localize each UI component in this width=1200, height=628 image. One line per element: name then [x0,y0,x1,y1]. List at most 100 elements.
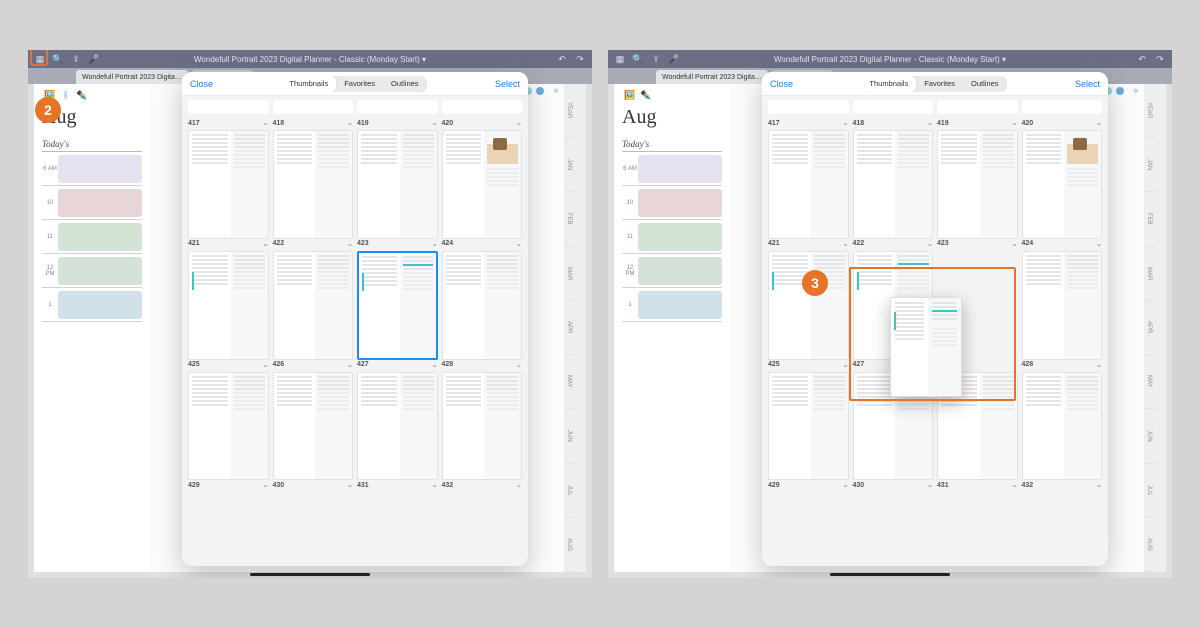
seg-thumbnails[interactable]: Thumbnails [861,76,916,92]
undo-icon[interactable]: ↶ [1136,53,1148,65]
thumbnails-icon[interactable]: ▦ [614,53,626,65]
page-thumb[interactable]: 421⌄ [768,130,849,251]
chevron-down-icon[interactable]: ⌄ [1012,119,1018,127]
select-button[interactable]: Select [1075,79,1100,89]
seg-thumbnails[interactable]: Thumbnails [281,76,336,92]
chevron-down-icon[interactable]: ⌄ [927,119,933,127]
page-thumb[interactable]: 432⌄ [1022,372,1103,493]
page-thumb[interactable]: 425⌄ [188,251,269,372]
chevron-down-icon[interactable]: ⌄ [263,361,269,369]
page-thumb[interactable]: 426⌄ [273,251,354,372]
chevron-down-icon[interactable]: ⌄ [516,481,522,489]
side-tab[interactable]: APR [564,301,574,355]
sun-icon[interactable]: ☀ [1132,86,1140,97]
search-icon[interactable]: 🔍 [632,53,644,65]
chevron-down-icon[interactable]: ⌄ [1012,240,1018,248]
page-thumb[interactable]: 428⌄ [1022,251,1103,372]
page-thumb[interactable]: 422⌄ [273,130,354,251]
chevron-down-icon[interactable]: ⌄ [1096,119,1102,127]
page-thumb[interactable]: 432⌄ [442,372,523,493]
mic-icon[interactable]: 🎤 [668,53,680,65]
color-dot[interactable] [536,87,544,95]
page-thumb[interactable]: 423⌄ [357,130,438,251]
chevron-down-icon[interactable]: ⌄ [347,481,353,489]
search-icon[interactable]: 🔍 [52,53,64,65]
side-tab[interactable]: MAY [1144,355,1154,409]
side-tab[interactable]: APR [1144,301,1154,355]
chevron-down-icon[interactable]: ⌄ [927,240,933,248]
page-thumb[interactable]: 424⌄ [1022,130,1103,251]
page-thumb[interactable]: 421⌄ [188,130,269,251]
side-tab[interactable]: JAN [564,138,574,192]
page-thumb[interactable]: 424⌄ [442,130,523,251]
side-tab[interactable]: MAR [564,247,574,301]
side-tab[interactable]: MAR [1144,247,1154,301]
sun-icon[interactable]: ☀ [552,86,560,97]
tab-current[interactable]: Wondefull Portrait 2023 Digita… [76,70,188,84]
page-thumb[interactable]: 429⌄ [188,372,269,493]
side-tab[interactable]: JUN [1144,409,1154,463]
chevron-down-icon[interactable]: ⌄ [263,240,269,248]
page-thumb[interactable]: 423⌄ [937,130,1018,251]
thumbnails-icon[interactable]: ▦ [34,53,46,65]
side-tab[interactable]: FEB [564,192,574,246]
chevron-down-icon[interactable]: ⌄ [432,240,438,248]
chevron-down-icon[interactable]: ⌄ [432,361,438,369]
home-indicator[interactable] [250,573,370,576]
chevron-down-icon[interactable]: ⌄ [843,481,849,489]
insert-image-icon[interactable]: 🖼️ [624,89,636,101]
side-tab[interactable]: AUG [1144,518,1154,572]
side-tab[interactable]: YEAR [564,84,574,138]
chevron-down-icon[interactable]: ⌄ [516,240,522,248]
chevron-down-icon[interactable]: ⌄ [843,119,849,127]
view-segmented-control[interactable]: Thumbnails Favorites Outlines [861,76,1006,92]
mic-icon[interactable]: 🎤 [88,53,100,65]
side-tab[interactable]: JAN [1144,138,1154,192]
page-thumb-selected[interactable]: 427⌄ [357,251,438,372]
chevron-down-icon[interactable]: ⌄ [347,119,353,127]
side-tab[interactable]: JUN [564,409,574,463]
chevron-down-icon[interactable]: ⌄ [1012,481,1018,489]
seg-favorites[interactable]: Favorites [336,76,383,92]
chevron-down-icon[interactable]: ⌄ [843,361,849,369]
close-button[interactable]: Close [190,79,213,89]
side-tab[interactable]: AUG [564,518,574,572]
share-icon[interactable]: ⇪ [70,53,82,65]
chevron-down-icon[interactable]: ⌄ [1096,361,1102,369]
page-thumb[interactable]: 431⌄ [357,372,438,493]
home-indicator[interactable] [830,573,950,576]
dragged-page-thumb[interactable] [890,297,962,397]
view-segmented-control[interactable]: Thumbnails Favorites Outlines [281,76,426,92]
seg-outlines[interactable]: Outlines [383,76,427,92]
redo-icon[interactable]: ↷ [1154,53,1166,65]
page-thumb[interactable]: 422⌄ [853,130,934,251]
chevron-down-icon[interactable]: ⌄ [432,119,438,127]
doc-title-bar[interactable]: Wondefull Portrait 2023 Digital Planner … [608,55,1172,64]
chevron-down-icon[interactable]: ⌄ [432,481,438,489]
chevron-down-icon[interactable]: ⌄ [1096,240,1102,248]
page-thumb[interactable]: 425⌄ [768,251,849,372]
seg-favorites[interactable]: Favorites [916,76,963,92]
side-tab[interactable]: JUL [564,464,574,518]
page-thumb[interactable]: 429⌄ [768,372,849,493]
pen-icon[interactable]: ✒️ [76,89,88,101]
select-button[interactable]: Select [495,79,520,89]
color-dot[interactable] [1116,87,1124,95]
side-tab[interactable]: MAY [564,355,574,409]
undo-icon[interactable]: ↶ [556,53,568,65]
chevron-down-icon[interactable]: ⌄ [843,240,849,248]
share-icon[interactable]: ⇪ [650,53,662,65]
doc-title-bar[interactable]: Wondefull Portrait 2023 Digital Planner … [28,55,592,64]
seg-outlines[interactable]: Outlines [963,76,1007,92]
side-tab[interactable]: JUL [1144,464,1154,518]
side-tab[interactable]: YEAR [1144,84,1154,138]
chevron-down-icon[interactable]: ⌄ [347,240,353,248]
chevron-down-icon[interactable]: ⌄ [1096,481,1102,489]
chevron-down-icon[interactable]: ⌄ [263,481,269,489]
side-tab[interactable]: FEB [1144,192,1154,246]
page-thumb[interactable]: 428⌄ [442,251,523,372]
chevron-down-icon[interactable]: ⌄ [516,361,522,369]
redo-icon[interactable]: ↷ [574,53,586,65]
tab-current[interactable]: Wondefull Portrait 2023 Digita… [656,70,768,84]
pen-icon[interactable]: ✒️ [640,89,652,101]
